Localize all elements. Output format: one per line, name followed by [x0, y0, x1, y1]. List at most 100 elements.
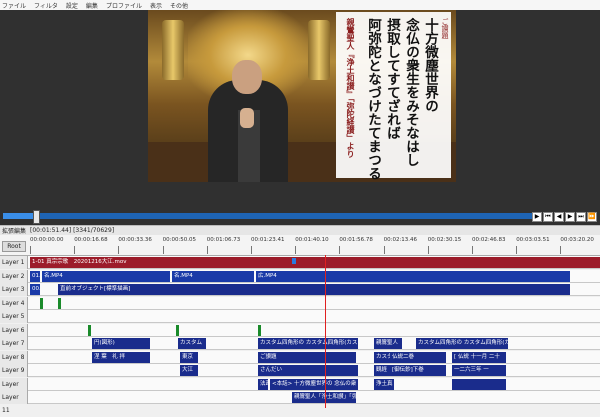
timeline-marker[interactable]: [88, 324, 91, 336]
timeline-clip[interactable]: 浄土真: [374, 378, 394, 390]
ruler-tick-label: 00:00:50.05: [162, 237, 197, 243]
layer-label[interactable]: Layer 5: [0, 310, 28, 323]
prev-icon[interactable]: ⏮: [543, 212, 553, 222]
ruler-tick-mark: [472, 246, 473, 254]
menu-settings[interactable]: 設定: [66, 1, 78, 10]
ruler-tick-mark: [295, 246, 297, 254]
ruler-tick-label: 00:02:13.46: [383, 237, 418, 243]
timeline-clip[interactable]: さんだい: [258, 365, 358, 376]
timeline-clip[interactable]: 直前オブジェクト[標準描画]: [58, 284, 570, 295]
timeline-marker[interactable]: [258, 324, 261, 336]
seek-bar-fill: [3, 213, 36, 219]
ruler-tick-label: 00:03:20.20: [560, 237, 594, 243]
ruler-tick-mark: [560, 246, 562, 254]
layer-label[interactable]: Layer 2: [0, 269, 28, 283]
timeline-clip[interactable]: カスタム四角形の カスタム四角形(カスタムブ: [258, 338, 358, 349]
timeline-clip[interactable]: 親鸞聖人: [374, 338, 402, 349]
menu-edit[interactable]: 編集: [86, 1, 98, 10]
menu-profile[interactable]: プロファイル: [106, 1, 142, 10]
ruler-tick-label: 00:02:46.83: [472, 237, 506, 243]
scrubber-area: ▶ ⏮ ◀ ▶ ⏭ ⏩: [0, 185, 600, 225]
timeline-titlebar: 拡張編集 [00:01:51.44] [3341/70629]: [0, 225, 600, 235]
timeline-clip[interactable]: 涅 葉 礼 拝: [92, 351, 150, 363]
step-forward-icon[interactable]: ▶: [565, 212, 575, 222]
caption-line-2: 念仏の衆生をみそなはし: [403, 18, 419, 167]
layer-label[interactable]: Layer 8: [0, 350, 28, 364]
timeline-clip[interactable]: 名.MP4: [172, 270, 254, 282]
timeline-clip[interactable]: カスタム四角形の カスタム四角形(カスタム: [416, 338, 508, 349]
timeline-clip[interactable]: 広.MP4: [256, 270, 570, 282]
caption-line-4: 阿弥陀となづけたてまつる: [365, 18, 381, 180]
menu-other[interactable]: その他: [170, 1, 188, 10]
layer-row[interactable]: Layer 9 大江 さんだい 観経 [御伝鈔]下巻 一二六三年 一: [0, 364, 600, 377]
layer-row[interactable]: Layer 10 法政<本話> 十方微塵世界の 念仏の衆 浄土真: [0, 377, 600, 401]
timeline-clip[interactable]: 名.MP4: [42, 270, 170, 282]
layer-row[interactable]: Layer 4: [0, 296, 600, 310]
layer-label[interactable]: Layer 4: [0, 296, 28, 310]
ruler-tick-label: 00:00:16.68: [74, 237, 108, 243]
ruler-tick-mark: [118, 246, 120, 254]
timeline-clip[interactable]: 円(図形): [92, 338, 150, 349]
ruler-tick-label: 00:01:56.78: [339, 237, 373, 243]
timeline-clip[interactable]: 大江: [180, 365, 198, 376]
timeline-ruler[interactable]: Root 00:00:00.00 00:00:16.68 00:00:33.36 00…: [0, 235, 600, 256]
timeline-marker[interactable]: [40, 297, 43, 309]
play-icon[interactable]: ▶: [532, 212, 542, 222]
timeline-clip[interactable]: カスタム: [374, 351, 390, 363]
layer-row[interactable]: Layer 7 円(図形) カスタム カスタム四角形の カスタム四角形(カスタムブ 親鸞…: [0, 337, 600, 350]
playhead-marker[interactable]: [292, 258, 296, 264]
timeline-clip[interactable]: 観経: [374, 365, 390, 376]
step-back-icon[interactable]: ◀: [554, 212, 564, 222]
lantern-right-image: [308, 20, 330, 80]
layer-label[interactable]: Layer 3: [0, 283, 28, 296]
root-button[interactable]: Root: [2, 241, 26, 252]
ruler-tick-mark: [162, 246, 164, 254]
seek-handle[interactable]: [33, 210, 41, 224]
timeline-clip[interactable]: 一二六三年 一: [452, 365, 506, 376]
timeline-marker[interactable]: [58, 297, 61, 309]
ruler-tick-mark: [30, 246, 31, 254]
menu-view[interactable]: 表示: [150, 1, 162, 10]
layer-label[interactable]: Layer 1: [0, 256, 28, 269]
menu-file[interactable]: ファイル: [2, 1, 26, 10]
layer-row[interactable]: Layer 6: [0, 323, 600, 337]
timeline-marker[interactable]: [176, 324, 179, 336]
timeline-clip[interactable]: 法政: [258, 378, 268, 390]
timeline-clip[interactable]: 00.jpg: [30, 284, 40, 295]
timeline-clip[interactable]: 1-01 真宗宗歌 20201216大江.mov: [30, 257, 600, 268]
seek-bar[interactable]: [3, 210, 540, 224]
layer-label[interactable]: Layer 11: [0, 391, 28, 414]
caption-line-3: 摂取してすてざれば: [384, 18, 400, 140]
layer-row[interactable]: Layer 5: [0, 310, 600, 323]
layer-row[interactable]: Layer 1 1-01 真宗宗歌 20201216大江.mov: [0, 256, 600, 269]
ruler-tick-label: 00:00:33.36: [118, 237, 152, 243]
layer-row[interactable]: Layer 11 親鸞聖人「浄土和讃」「弥陀: [0, 391, 600, 414]
layer-label[interactable]: Layer 9: [0, 364, 28, 377]
timeline-clip[interactable]: ご讃題: [258, 351, 356, 363]
timeline-clip[interactable]: 親鸞聖人「浄土和讃」「弥陀: [292, 392, 356, 403]
layer-label[interactable]: Layer 10: [0, 377, 28, 401]
timeline-clip[interactable]: [ 仏説 十一月 二十: [452, 351, 506, 363]
layer-label[interactable]: Layer 7: [0, 337, 28, 350]
ruler-tick-mark: [516, 246, 518, 254]
timeline-clip[interactable]: カスタム: [178, 338, 206, 349]
timeline-clip[interactable]: [452, 378, 506, 390]
caption-box: ご讃題 十方微塵世界の 念仏の衆生をみそなはし 摂取してすてざれば 阿弥陀となづ…: [336, 12, 451, 180]
timeline-clip[interactable]: <本話> 十方微塵世界の 念仏の衆: [270, 378, 358, 390]
end-icon[interactable]: ⏩: [587, 212, 597, 222]
layer-label[interactable]: Layer 6: [0, 323, 28, 337]
next-icon[interactable]: ⏭: [576, 212, 586, 222]
timeline-clip[interactable]: 01.jpg 動画再生: [30, 270, 40, 282]
ruler-tick-mark: [339, 246, 341, 254]
playhead-line[interactable]: [325, 255, 326, 408]
timeline-clip[interactable]: 東京: [180, 351, 198, 363]
timeline-clip[interactable]: 仏説二巻: [390, 351, 446, 363]
layer-row[interactable]: Layer 8 涅 葉 礼 拝 東京 ご讃題 カスタム仏説二巻 [ 仏説 十一月 二十: [0, 350, 600, 364]
menu-filter[interactable]: フィルタ: [34, 1, 58, 10]
layer-row[interactable]: Layer 300.jpg 直前オブジェクト[標準描画]: [0, 283, 600, 296]
ruler-tick-label: 00:02:30.15: [427, 237, 462, 243]
timeline-clip[interactable]: [御伝鈔]下巻: [390, 365, 446, 376]
layer-row[interactable]: Layer 201.jpg 動画再生名.MP4名.MP4広.MP4: [0, 269, 600, 283]
caption-line-1: 十方微塵世界の: [422, 18, 438, 113]
video-frame[interactable]: ご讃題 十方微塵世界の 念仏の衆生をみそなはし 摂取してすてざれば 阿弥陀となづ…: [148, 10, 456, 182]
